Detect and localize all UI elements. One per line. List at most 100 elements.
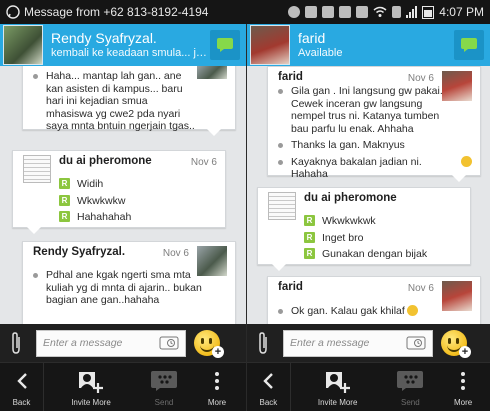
message-list[interactable]: Haha... mantap lah gan.. ane kan asisten… [0,66,246,324]
message-line: R Gunakan dengan bijak [304,248,462,261]
chat-bubble-icon [461,38,477,52]
download-icon [288,6,301,18]
message-date: Nov 6 [407,283,434,294]
message-bubble: farid Nov 6 Ok gan. Kalau gak khilaf [267,276,481,324]
bubble-tail [452,175,466,182]
message-date: Nov 6 [162,248,189,259]
message-line: Kayaknya bakalan jadian ni. Hahaha [278,155,472,181]
message-line: R Wkwkwkw [59,194,217,208]
read-status-icon: R [59,178,70,189]
message-list[interactable]: farid Nov 6 Gila gan . Ini langsung gw p… [247,66,490,324]
message-input-placeholder: Enter a message [290,337,370,349]
sender-name: du ai pheromone [304,192,397,204]
back-button[interactable]: Back [247,363,291,411]
message-line: Haha... mantap lah gan.. ane kan asisten… [33,66,227,133]
message-bubble: Haha... mantap lah gan.. ane kan asisten… [22,66,236,136]
more-button[interactable]: More [436,363,490,411]
message-bubble: farid Nov 6 Gila gan . Ini langsung gw p… [267,66,481,182]
sender-thumbnail [268,192,296,220]
message-line: Pdhal ane kgak ngerti sma mta kuliah yg … [33,269,227,307]
chats-button[interactable] [210,30,240,60]
message-date: Nov 6 [407,73,434,84]
paperclip-icon [259,332,267,354]
invite-more-button[interactable]: Invite More [291,363,385,411]
message-date: Nov 6 [190,157,217,168]
sender-name: farid [278,71,303,83]
read-status-icon: R [304,248,315,259]
send-button[interactable]: Send [384,363,436,411]
message-line: R Widih [59,178,217,191]
grin-emoji-icon [406,305,418,316]
app-icon [356,6,369,18]
read-status-icon: R [59,194,70,206]
sender-thumbnail [442,281,472,311]
action-bar: Back Invite More Send More [247,362,490,411]
voice-note-icon[interactable] [406,336,426,350]
chat-header[interactable]: farid Available [247,24,490,66]
attach-button[interactable] [6,330,26,356]
emoticon-button[interactable]: + [441,328,471,358]
back-arrow-icon [16,372,27,389]
read-status-icon: R [304,215,315,226]
bbm-send-icon [397,370,424,391]
status-icons: 4:07 PM [288,5,484,19]
sender-name: farid [278,281,303,293]
message-bubble: du ai pheromone R Wkwkwkwk R Inget bro R Gu… [257,187,471,271]
bbm-send-icon [151,370,177,391]
voice-note-icon[interactable] [159,336,179,350]
message-icon [339,6,352,18]
action-bar: Back Invite More Send More [0,362,246,411]
wifi-icon [373,6,387,17]
signal-icon [406,6,418,18]
more-button[interactable]: More [190,363,244,411]
message-input[interactable]: Enter a message [283,329,433,357]
clock: 4:07 PM [439,5,484,19]
bubble-tail [27,227,41,234]
message-line: Thanks la gan. Maknyus [278,139,472,152]
overflow-menu-icon [215,371,219,390]
contact-status: kembali ke keadaan smula... jalani... [51,47,210,59]
sender-thumbnail [23,155,51,183]
message-line: Gila gan . Ini langsung gw pakai. Cewek … [278,85,472,135]
back-arrow-icon [263,372,274,389]
bubble-tail [207,129,221,136]
sender-name: du ai pheromone [59,155,152,167]
read-status-icon: R [59,211,70,222]
invite-more-button[interactable]: Invite More [44,363,138,411]
attach-button[interactable] [253,330,273,356]
sim-icon [392,6,402,18]
laugh-emoji-icon [461,155,472,167]
back-button[interactable]: Back [0,363,44,411]
notification-area: Message from +62 813-8192-4194 [6,5,256,19]
message-input-placeholder: Enter a message [43,337,123,349]
contact-avatar[interactable] [3,25,43,65]
contact-name: farid [298,30,326,46]
notification-text: Message from +62 813-8192-4194 [24,5,209,19]
chats-button[interactable] [454,30,484,60]
message-input[interactable]: Enter a message [36,329,186,357]
add-contact-icon [325,371,350,393]
message-bubble: du ai pheromone Nov 6 R Widih R Wkwkwkw RH… [12,150,226,234]
read-status-icon: R [304,231,315,243]
chat-header[interactable]: Rendy Syafryzal. kembali ke keadaan smul… [0,24,246,66]
overflow-menu-icon [461,371,466,390]
composer-bar: Enter a message + [0,324,246,362]
emoticon-button[interactable]: + [194,328,224,358]
message-bubble: Rendy Syafryzal. Nov 6 Pdhal ane kgak ng… [22,241,236,324]
chat-pane-right: farid Available farid Nov 6 Gila gan . I… [246,24,490,411]
message-line: R Hahahahah [59,211,217,224]
chat-pane-left: Rendy Syafryzal. kembali ke keadaan smul… [0,24,246,411]
chat-bubble-icon [217,38,233,52]
message-line: R Wkwkwkwk [304,215,462,228]
sender-thumbnail [197,66,227,79]
send-button[interactable]: Send [138,363,190,411]
status-bar: Message from +62 813-8192-4194 4:07 PM [0,0,490,24]
contact-name: Rendy Syafryzal. [51,30,157,46]
sender-name: Rendy Syafryzal. [33,246,126,258]
battery-icon [422,5,435,19]
image-icon [305,6,318,18]
contact-avatar[interactable] [250,25,290,65]
composer-bar: Enter a message + [247,324,490,362]
whatsapp-icon [6,5,20,19]
add-contact-icon [79,371,103,393]
